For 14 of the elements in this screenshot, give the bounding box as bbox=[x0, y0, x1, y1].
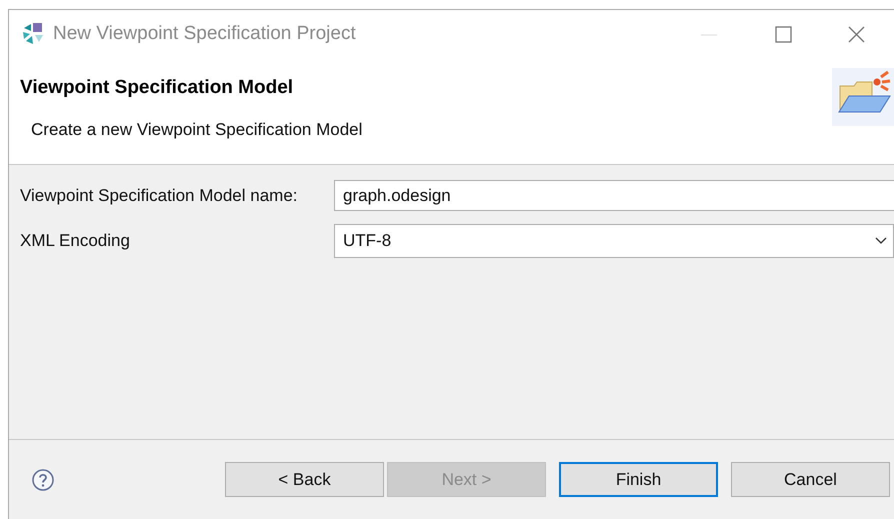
encoding-dropdown[interactable]: UTF-8 bbox=[334, 224, 894, 258]
chevron-down-icon bbox=[875, 237, 887, 245]
field-label: XML Encoding bbox=[20, 230, 131, 252]
window-title: New Viewpoint Specification Project bbox=[53, 22, 356, 46]
dialog-button[interactable]: Cancel bbox=[731, 462, 890, 497]
folder-icon bbox=[832, 68, 894, 126]
page-title: Viewpoint Specification Model bbox=[20, 76, 294, 100]
input-field[interactable]: graph.odesign bbox=[334, 180, 894, 211]
dialog-button[interactable]: < Back bbox=[225, 462, 384, 497]
help-icon[interactable] bbox=[31, 468, 55, 492]
field-label: Viewpoint Specification Model name: bbox=[20, 184, 299, 207]
app-logo-icon bbox=[21, 22, 45, 46]
dialog-button[interactable]: Finish bbox=[559, 462, 718, 497]
page-description: Create a new Viewpoint Specification Model bbox=[31, 118, 364, 140]
